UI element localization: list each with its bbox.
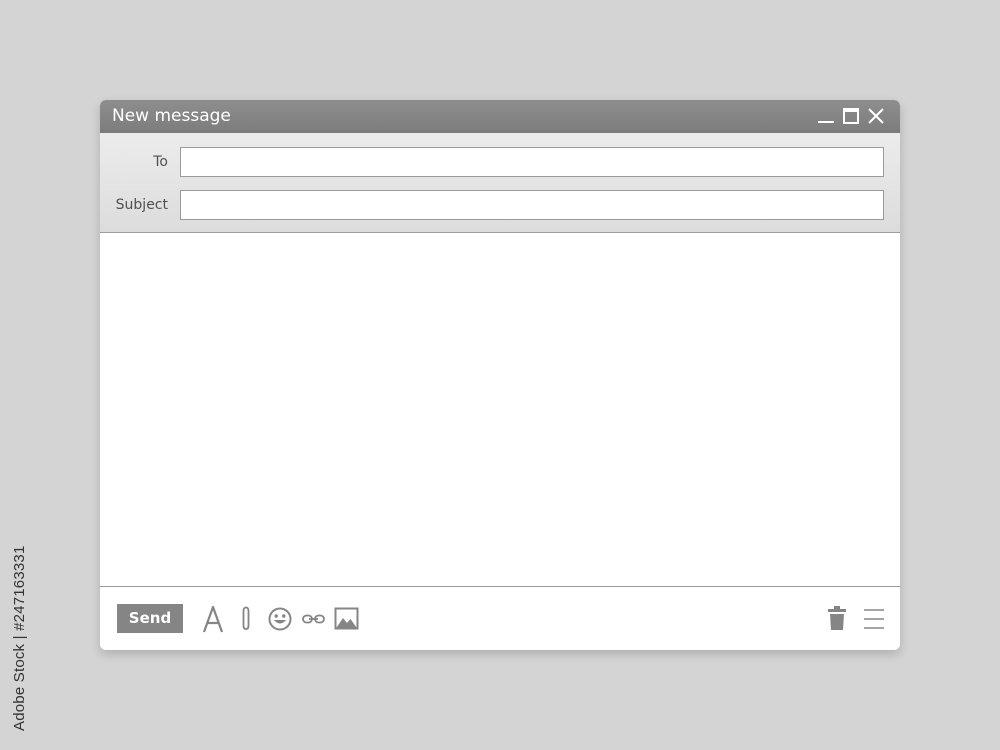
- to-label: To: [153, 154, 168, 170]
- close-icon[interactable]: [866, 106, 886, 126]
- address-header: To Subject: [100, 133, 900, 233]
- subject-field[interactable]: [180, 190, 884, 220]
- compose-window: New message To Subject Send: [100, 100, 900, 650]
- font-format-icon[interactable]: [202, 604, 224, 634]
- trash-icon[interactable]: [826, 605, 848, 631]
- title-bar[interactable]: New message: [100, 100, 900, 133]
- compose-toolbar: Send: [100, 586, 900, 650]
- message-body[interactable]: [100, 233, 900, 586]
- window-title: New message: [112, 106, 231, 126]
- emoji-icon[interactable]: [267, 606, 293, 632]
- maximize-icon[interactable]: [841, 106, 861, 126]
- link-icon[interactable]: [301, 611, 326, 627]
- to-field[interactable]: [180, 147, 884, 177]
- subject-label: Subject: [115, 197, 168, 213]
- send-button[interactable]: Send: [117, 604, 183, 633]
- menu-icon[interactable]: [863, 608, 885, 630]
- image-icon[interactable]: [334, 607, 359, 630]
- paperclip-icon[interactable]: [238, 605, 254, 633]
- minimize-icon[interactable]: [816, 106, 836, 126]
- side-credit-text: Adobe Stock | #247163331: [11, 545, 28, 731]
